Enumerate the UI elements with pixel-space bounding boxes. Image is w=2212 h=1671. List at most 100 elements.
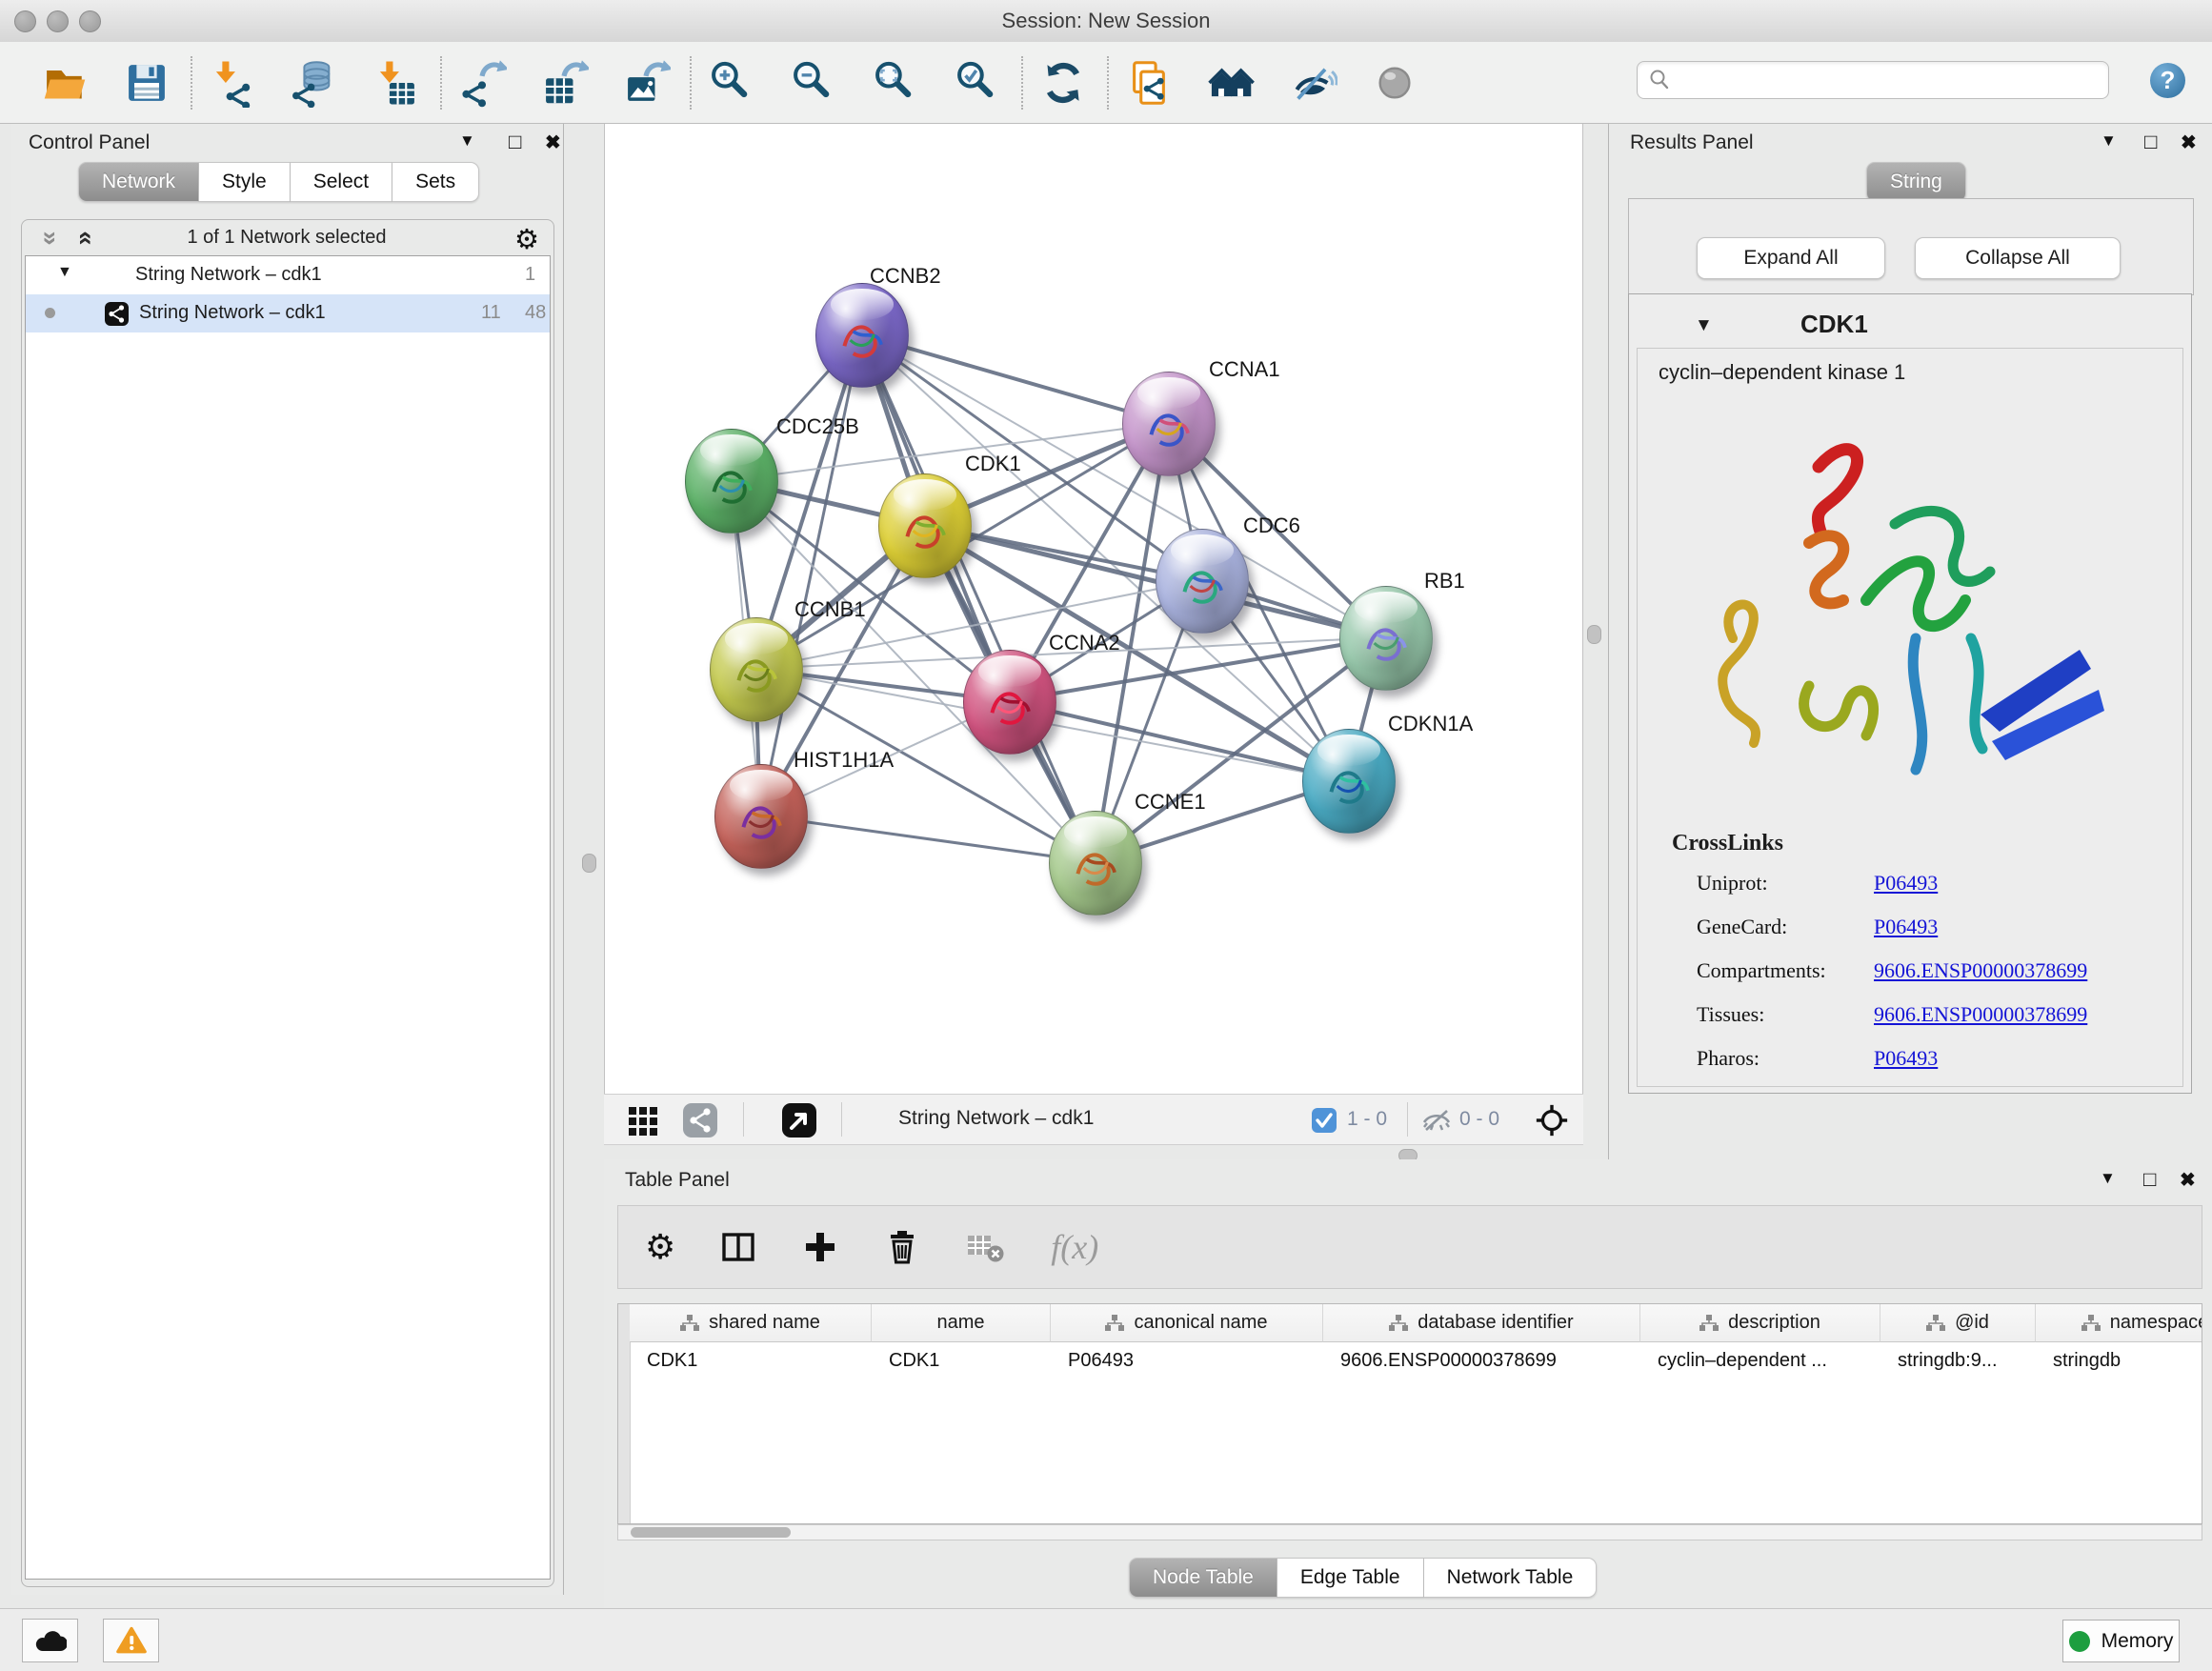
panel-close-icon[interactable]: ✖ [2181,131,2197,154]
tab-select[interactable]: Select [291,162,392,202]
network-node-ccnb1[interactable] [710,617,803,722]
tree-collapse-icon[interactable]: ▼ [57,264,72,281]
panel-float-icon[interactable]: ▼ [459,131,475,151]
help-button[interactable]: ? [2150,63,2185,98]
panel-float-icon[interactable]: ▼ [2100,1169,2116,1188]
node-table[interactable]: shared namenamecanonical namedatabase id… [617,1303,2202,1524]
table-options-gear-icon[interactable]: ⚙ [645,1227,675,1267]
new-network-from-selection-button[interactable] [1122,56,1176,110]
string-view-icon[interactable] [681,1101,719,1139]
network-tree-child-row[interactable]: String Network – cdk1 11 48 [26,294,550,332]
panel-close-icon[interactable]: ✖ [2180,1168,2196,1192]
table-cell[interactable]: CDK1 [630,1342,872,1379]
title-bar: Session: New Session [0,0,2212,43]
crosslink-link[interactable]: P06493 [1874,915,1938,939]
table-cell[interactable]: 9606.ENSP00000378699 [1323,1342,1640,1379]
import-network-database-button[interactable] [288,56,341,110]
vertical-splitter-handle[interactable] [1587,625,1601,644]
memory-button[interactable]: Memory [2062,1620,2180,1662]
open-session-button[interactable] [38,56,91,110]
node-structure-thumbnail [1354,608,1418,673]
panel-float-icon[interactable]: ▼ [2101,131,2117,151]
apply-preferred-layout-button[interactable] [1036,56,1090,110]
network-node-cdkn1a[interactable] [1302,729,1396,834]
panel-maximize-icon[interactable]: □ [509,130,521,154]
grid-mode-icon[interactable] [627,1103,661,1137]
column-header-id[interactable]: @id [1880,1304,2036,1342]
node-structure-thumbnail [1063,833,1128,897]
warnings-button[interactable] [103,1619,159,1662]
tab-sets[interactable]: Sets [392,162,479,202]
tab-string[interactable]: String [1866,162,1966,202]
column-header-database-identifier[interactable]: database identifier [1323,1304,1640,1342]
crosslink-link[interactable]: 9606.ENSP00000378699 [1874,958,2087,983]
horizontal-scrollbar[interactable] [617,1524,2202,1540]
create-column-icon[interactable] [801,1228,839,1266]
panel-close-icon[interactable]: ✖ [545,131,561,154]
network-node-ccna1[interactable] [1122,372,1216,476]
function-builder-icon[interactable]: f(x) [1051,1227,1098,1267]
network-node-ccnb2[interactable] [815,283,909,388]
tab-network[interactable]: Network [78,162,199,202]
network-tree-root-row[interactable]: ▼ String Network – cdk1 1 [26,256,550,294]
table-cell[interactable]: P06493 [1051,1342,1323,1379]
search-input[interactable] [1637,61,2109,99]
export-image-button[interactable] [619,56,673,110]
hide-selected-button[interactable] [1286,56,1339,110]
toolbar-separator [1021,56,1023,110]
tab-network-table[interactable]: Network Table [1424,1558,1598,1598]
network-node-ccna2[interactable] [963,650,1056,755]
network-node-rb1[interactable] [1339,586,1433,691]
show-columns-icon[interactable] [719,1228,757,1266]
table-row[interactable]: CDK1CDK1P064939606.ENSP00000378699cyclin… [630,1342,2202,1379]
export-table-button[interactable] [537,56,591,110]
zoom-out-button[interactable] [787,56,840,110]
network-options-gear-icon[interactable]: ⚙ [514,223,539,256]
export-network-button[interactable] [455,56,509,110]
import-network-file-button[interactable] [206,56,259,110]
panel-maximize-icon[interactable]: □ [2143,1167,2156,1192]
fit-selected-crosshair-icon[interactable] [1534,1102,1570,1138]
show-hidden-button[interactable] [1368,56,1421,110]
save-session-button[interactable] [120,56,173,110]
zoom-fit-content-button[interactable] [869,56,922,110]
node-label-cdk1: CDK1 [965,452,1021,476]
tab-edge-table[interactable]: Edge Table [1277,1558,1424,1598]
tab-node-table[interactable]: Node Table [1129,1558,1277,1598]
panel-maximize-icon[interactable]: □ [2144,130,2157,154]
column-header-name[interactable]: name [872,1304,1051,1342]
selected-checkbox-icon[interactable] [1311,1107,1337,1134]
cloud-status-button[interactable] [22,1619,78,1662]
expand-all-button[interactable]: Expand All [1697,237,1885,279]
show-graphics-details-button[interactable] [1204,56,1257,110]
zoom-selected-button[interactable] [951,56,1004,110]
network-view-canvas[interactable]: CCNB2 CCNA1 CDC25B CDK1 CDC6 RB1 CCNB1 [604,124,1583,1094]
table-cell[interactable]: stringdb [2036,1342,2202,1379]
table-cell[interactable]: stringdb:9... [1880,1342,2036,1379]
network-node-cdc25b[interactable] [685,429,778,534]
crosslink-link[interactable]: 9606.ENSP00000378699 [1874,1002,2087,1027]
crosslink-link[interactable]: P06493 [1874,871,1938,896]
entry-collapse-icon[interactable]: ▼ [1695,315,1713,336]
vertical-splitter-handle-left[interactable] [582,854,596,873]
network-node-hist1h1a[interactable] [714,764,808,869]
zoom-in-button[interactable] [705,56,758,110]
network-node-cdk1[interactable] [878,473,972,578]
crosslink-link[interactable]: P06493 [1874,1046,1938,1071]
collapse-all-button[interactable]: Collapse All [1915,237,2121,279]
column-header-shared-name[interactable]: shared name [630,1304,872,1342]
column-header-description[interactable]: description [1640,1304,1880,1342]
network-node-cdc6[interactable] [1156,529,1249,634]
delete-column-icon[interactable] [883,1228,921,1266]
hidden-eye-icon[interactable] [1421,1107,1452,1134]
network-node-ccne1[interactable] [1049,811,1142,916]
delete-table-icon[interactable] [965,1228,1007,1266]
column-header-namespace[interactable]: namespace [2036,1304,2202,1342]
import-table-button[interactable] [370,56,423,110]
column-header-canonical-name[interactable]: canonical name [1051,1304,1323,1342]
table-cell[interactable]: CDK1 [872,1342,1051,1379]
scrollbar-thumb[interactable] [631,1527,791,1538]
table-cell[interactable]: cyclin–dependent ... [1640,1342,1880,1379]
birds-eye-view-icon[interactable] [780,1101,818,1139]
tab-style[interactable]: Style [199,162,291,202]
